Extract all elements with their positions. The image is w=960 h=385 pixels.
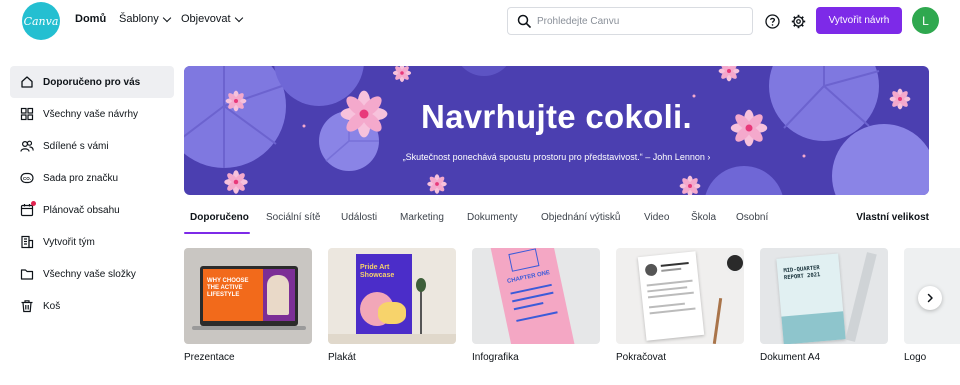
people-icon [20, 139, 34, 153]
sidebar-item-label: Doporučeno pro vás [43, 76, 141, 88]
template-card-infographic[interactable]: CHAPTER ONE Infografika [472, 248, 600, 363]
template-carousel: WHY CHOOSE THE ACTIVE LIFESTYLE Prezenta… [184, 248, 960, 385]
svg-text:CO.: CO. [23, 176, 31, 181]
nav-discover-label: Objevovat [181, 13, 231, 25]
custom-size-link[interactable]: Vlastní velikost [856, 212, 929, 223]
sidebar-item-brand-kit[interactable]: CO. Sada pro značku [10, 162, 174, 194]
sidebar-item-trash[interactable]: Koš [10, 290, 174, 322]
hero-banner: Navrhujte cokoli. „Skutečnost ponechává … [184, 66, 929, 195]
sidebar-item-label: Sada pro značku [43, 172, 119, 184]
sidebar-item-label: Sdílené s vámi [43, 140, 109, 152]
tab-print-orders[interactable]: Objednání výtisků [541, 212, 621, 223]
active-tab-indicator [184, 232, 250, 234]
poster-thumbnail: Pride Art Showcase [328, 248, 456, 344]
brand-kit-icon: CO. [20, 171, 34, 185]
tab-events[interactable]: Události [341, 212, 377, 223]
sidebar-item-label: Koš [43, 300, 61, 312]
top-bar: Canva Domů Šablony Objevovat Prohledejte… [0, 0, 960, 42]
thumb-text: WHY CHOOSE THE ACTIVE LIFESTYLE [207, 278, 249, 298]
tab-social-media[interactable]: Sociální sítě [266, 212, 320, 223]
building-icon [20, 235, 34, 249]
avatar-letter: L [922, 13, 929, 28]
help-icon [764, 13, 780, 29]
chevron-down-icon [234, 13, 243, 22]
tab-personal[interactable]: Osobní [736, 212, 768, 223]
carousel-next-button[interactable] [918, 286, 942, 310]
tab-marketing[interactable]: Marketing [400, 212, 444, 223]
trash-icon [20, 299, 34, 313]
template-card-resume[interactable]: Pokračovat [616, 248, 744, 363]
template-label: Prezentace [184, 352, 235, 363]
tab-recommended[interactable]: Doporučeno [190, 212, 249, 223]
template-card-a4-document[interactable]: MID-QUARTER REPORT 2021 Dokument A4 [760, 248, 888, 363]
sidebar-item-all-designs[interactable]: Všechny vaše návrhy [10, 98, 174, 130]
sidebar-item-recommended[interactable]: Doporučeno pro vás [10, 66, 174, 98]
hero-quote-link[interactable]: „Skutečnost ponechává spoustu prostoru p… [184, 152, 929, 162]
thumb-text: Pride Art Showcase [360, 264, 395, 279]
sidebar-item-shared[interactable]: Sdílené s vámi [10, 130, 174, 162]
search-box[interactable] [507, 7, 753, 35]
tab-documents[interactable]: Dokumenty [467, 212, 518, 223]
tab-school[interactable]: Škola [691, 212, 716, 223]
home-icon [20, 75, 34, 89]
a4-document-thumbnail: MID-QUARTER REPORT 2021 [760, 248, 888, 344]
resume-thumbnail [616, 248, 744, 344]
nav-templates-label: Šablony [119, 13, 159, 25]
sidebar-item-label: Vytvořit tým [43, 236, 95, 248]
create-design-button[interactable]: Vytvořit návrh [816, 7, 902, 34]
chevron-right-icon [927, 293, 933, 303]
search-icon [517, 14, 531, 28]
thumb-text: MID-QUARTER REPORT 2021 [783, 265, 821, 282]
grid-icon [20, 107, 34, 121]
nav-discover[interactable]: Objevovat [181, 13, 243, 25]
settings-icon [791, 14, 805, 28]
sidebar-item-content-planner[interactable]: Plánovač obsahu [10, 194, 174, 226]
sidebar: Doporučeno pro vás Všechny vaše návrhy S… [10, 66, 174, 322]
chevron-down-icon [162, 13, 172, 22]
template-label: Plakát [328, 352, 356, 363]
sidebar-item-folders[interactable]: Všechny vaše složky [10, 258, 174, 290]
sidebar-item-create-team[interactable]: Vytvořit tým [10, 226, 174, 258]
nav-home[interactable]: Domů [75, 13, 106, 25]
template-label: Pokračovat [616, 352, 667, 363]
presentation-thumbnail: WHY CHOOSE THE ACTIVE LIFESTYLE [184, 248, 312, 344]
tab-video[interactable]: Video [644, 212, 669, 223]
notification-badge [31, 201, 36, 206]
template-label: Infografika [472, 352, 519, 363]
nav-templates[interactable]: Šablony [119, 13, 172, 25]
search-input[interactable] [537, 15, 737, 27]
template-label: Dokument A4 [760, 352, 821, 363]
settings-button[interactable] [788, 11, 808, 31]
calendar-icon [20, 201, 36, 217]
sidebar-item-label: Plánovač obsahu [43, 204, 120, 216]
hero-title: Navrhujte cokoli. [420, 98, 692, 135]
nav-home-label: Domů [75, 13, 107, 25]
canva-logo[interactable]: Canva [22, 2, 60, 40]
template-card-poster[interactable]: Pride Art Showcase Plakát [328, 248, 456, 363]
template-label: Logo [904, 352, 927, 363]
avatar[interactable]: L [912, 7, 939, 34]
help-button[interactable] [762, 11, 782, 31]
sidebar-item-label: Všechny vaše návrhy [43, 108, 139, 120]
folder-icon [20, 267, 34, 281]
category-tabs: Doporučeno Sociální sítě Události Market… [184, 205, 929, 235]
sidebar-item-label: Všechny vaše složky [43, 268, 136, 280]
template-card-presentation[interactable]: WHY CHOOSE THE ACTIVE LIFESTYLE Prezenta… [184, 248, 312, 363]
infographic-thumbnail: CHAPTER ONE [472, 248, 600, 344]
